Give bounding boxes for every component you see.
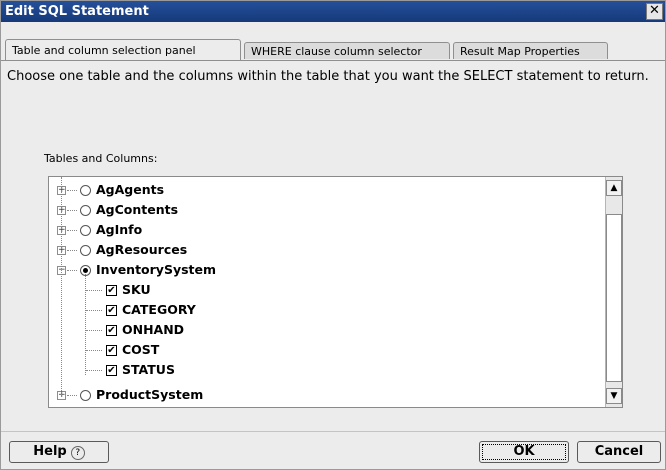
scroll-down-icon[interactable]: ▼ [606,388,622,404]
table-radio-productsystem[interactable] [80,390,91,401]
table-label: AgContents [96,202,179,217]
tree-connector [67,395,77,396]
table-radio-agcontents[interactable] [80,205,91,216]
tab-table-column-selection[interactable]: Table and column selection panel [5,39,241,60]
column-label: SKU [122,282,151,297]
cancel-button-label: Cancel [594,444,644,459]
table-radio-agresources[interactable] [80,245,91,256]
tree-connector [67,190,77,191]
column-checkbox-onhand[interactable]: ✔ [106,325,117,336]
column-checkbox-cost[interactable]: ✔ [106,345,117,356]
tree-connector [86,370,102,371]
table-label: AgResources [96,242,188,257]
table-label: AgAgents [96,182,165,197]
column-checkbox-category[interactable]: ✔ [106,305,117,316]
tree-scrollbar[interactable]: ▲ ▼ [605,177,622,407]
tree-connector [86,350,102,351]
table-label: AgInfo [96,222,143,237]
tree-connector [61,177,62,395]
close-icon[interactable]: ✕ [646,3,663,20]
tree-connector [86,290,102,291]
column-label: CATEGORY [122,302,196,317]
title-bar: Edit SQL Statement ✕ [1,1,665,22]
tab-divider [1,60,665,61]
column-label: STATUS [122,362,175,377]
panel-description: Choose one table and the columns within … [7,69,649,84]
cancel-button[interactable]: Cancel [577,441,661,463]
tree-connector [67,230,77,231]
help-icon: ? [70,446,85,460]
tables-columns-label: Tables and Columns: [44,152,158,165]
column-label: ONHAND [122,322,185,337]
window-title: Edit SQL Statement [5,4,149,19]
table-label: ProductSystem [96,387,204,402]
tab-result-map[interactable]: Result Map Properties [453,42,608,59]
tree-connector [86,330,102,331]
ok-button-label: OK [513,444,535,459]
column-checkbox-status[interactable]: ✔ [106,365,117,376]
table-label: InventorySystem [96,262,217,277]
scroll-up-icon[interactable]: ▲ [606,180,622,196]
tables-columns-tree[interactable]: + AgAgents + AgContents + AgInfo + AgRes… [48,176,623,408]
tab-where-clause[interactable]: WHERE clause column selector [244,42,450,59]
help-button-label: Help [33,444,67,459]
ok-button[interactable]: OK [479,441,569,463]
tree-connector [67,250,77,251]
table-radio-aginfo[interactable] [80,225,91,236]
tree-connector [67,270,77,271]
tree-connector [86,310,102,311]
column-label: COST [122,342,160,357]
table-radio-agagents[interactable] [80,185,91,196]
footer-divider [1,431,665,432]
help-button[interactable]: Help? [9,441,109,463]
edit-sql-dialog: Edit SQL Statement ✕ Table and column se… [0,0,666,470]
tree-connector [67,210,77,211]
scroll-thumb[interactable] [606,214,622,382]
column-checkbox-sku[interactable]: ✔ [106,285,117,296]
